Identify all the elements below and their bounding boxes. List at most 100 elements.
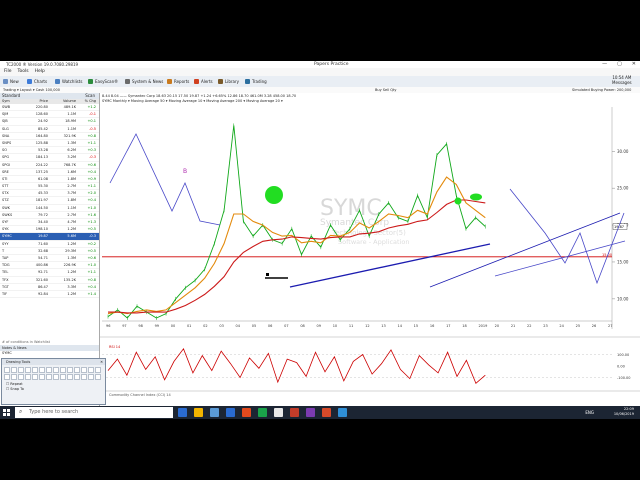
- watchlist-row[interactable]: SWKS 79.72 2.7M +1.6: [0, 212, 99, 219]
- taskbar-app-icon[interactable]: [258, 408, 267, 417]
- toolbar-label: Alerts: [201, 79, 213, 84]
- watchlist-row[interactable]: TGT 86.47 3.3M +0.4: [0, 284, 99, 291]
- row-volume: 1.2M: [67, 270, 76, 275]
- drawing-tool-icon[interactable]: [88, 374, 94, 380]
- drawing-tool-icon[interactable]: [39, 374, 45, 380]
- watchlist-row[interactable]: SLG 85.42 1.1M -0.5: [0, 126, 99, 133]
- drawing-tool-icon[interactable]: [74, 367, 80, 373]
- snap-checkbox[interactable]: ☐ Snap To: [2, 387, 105, 392]
- watchlist-row[interactable]: TIF 92.84 1.2M +1.4: [0, 291, 99, 299]
- drawing-tool-icon[interactable]: [67, 374, 73, 380]
- taskbar-search-box[interactable]: ⌕ Type here to search: [15, 407, 173, 418]
- menu-tools[interactable]: Tools: [18, 68, 29, 76]
- toolbar-reports-button[interactable]: Reports: [167, 78, 189, 85]
- watchlist-rows: SWB 220.80 489.1K +1.2 SJM 128.60 1.1M -0.1 SJB 2…: [0, 104, 99, 299]
- watchlist-row[interactable]: TFX 321.60 135.2K +0.8: [0, 277, 99, 284]
- drawing-tool-icon[interactable]: [32, 374, 38, 380]
- rsi-title[interactable]: RSI 14: [109, 345, 120, 349]
- watchlist-row[interactable]: SWK 144.50 1.1M +1.0: [0, 205, 99, 212]
- row-volume: 135.2K: [63, 277, 76, 282]
- close-button[interactable]: ✕: [632, 61, 636, 68]
- taskbar-app-icon[interactable]: [322, 408, 331, 417]
- watchlist-row[interactable]: TAP 54.71 1.3M +0.6: [0, 255, 99, 263]
- toolbar-charts-button[interactable]: Charts: [27, 78, 47, 85]
- watchlist-row[interactable]: SYF 34.40 4.7M +1.3: [0, 219, 99, 227]
- watchlist-row[interactable]: SWB 220.80 489.1K +1.2: [0, 104, 99, 112]
- toolbar-library-button[interactable]: Library: [218, 78, 239, 85]
- drawing-tool-icon[interactable]: [67, 367, 73, 373]
- watchlist-row[interactable]: SRE 137.25 1.6M +0.4: [0, 169, 99, 176]
- watchlist-row[interactable]: SPG 184.13 3.2M -0.3: [0, 154, 99, 162]
- windows-start-icon[interactable]: [3, 409, 10, 416]
- taskbar-app-icon[interactable]: [242, 408, 251, 417]
- drawing-tool-icon[interactable]: [53, 367, 59, 373]
- drawing-tool-buttons: [2, 365, 105, 382]
- taskbar-app-icon[interactable]: [210, 408, 219, 417]
- drawing-tool-icon[interactable]: [95, 374, 101, 380]
- drawing-tool-icon[interactable]: [81, 367, 87, 373]
- toolbar-new-button[interactable]: New: [3, 78, 19, 85]
- drawing-tool-icon[interactable]: [4, 374, 10, 380]
- drawing-tool-icon[interactable]: [39, 367, 45, 373]
- drawing-tool-icon[interactable]: [81, 374, 87, 380]
- watchlist-row[interactable]: SYY 71.60 1.2M +0.2: [0, 241, 99, 248]
- watchlist-row[interactable]: SYK 198.10 1.2M +0.5: [0, 226, 99, 234]
- taskbar-app-icon[interactable]: [194, 408, 203, 417]
- watchlist-row[interactable]: STI 61.08 1.8M +0.9: [0, 176, 99, 184]
- toolbar-watchlists-button[interactable]: Watchlists: [55, 78, 82, 85]
- drawing-tool-icon[interactable]: [25, 374, 31, 380]
- watchlist-row[interactable]: TEL 92.71 1.2M +1.1: [0, 269, 99, 277]
- clock[interactable]: 22:09 10/06/2019: [614, 407, 634, 417]
- watchlist-row[interactable]: T 32.68 29.3M +0.5: [0, 248, 99, 255]
- watchlist-row[interactable]: SYMC 19.87 5.6M -0.3: [0, 233, 99, 241]
- taskbar-app-icon[interactable]: [226, 408, 235, 417]
- drawing-tool-icon[interactable]: [88, 367, 94, 373]
- drawing-tool-icon[interactable]: [46, 374, 52, 380]
- minimize-button[interactable]: —: [602, 61, 607, 68]
- chart-area[interactable]: 8.44 8.04 —— Symantec Corp 18.63 20.15 1…: [100, 93, 640, 406]
- toolbar-alerts-button[interactable]: Alerts: [194, 78, 213, 85]
- drawing-tool-icon[interactable]: [60, 374, 66, 380]
- row-symbol: SYMC: [2, 234, 12, 239]
- watchlist-row[interactable]: SPGI 224.22 768.7K +0.6: [0, 162, 99, 169]
- close-icon[interactable]: ✕: [100, 359, 103, 365]
- toolbar-trading-button[interactable]: Trading: [245, 78, 267, 85]
- maximize-button[interactable]: ▢: [617, 61, 622, 68]
- taskbar-app-icon[interactable]: [274, 408, 283, 417]
- taskbar-app-icon[interactable]: [306, 408, 315, 417]
- drawing-tool-icon[interactable]: [60, 367, 66, 373]
- toolbar-news-button[interactable]: System & News: [125, 78, 163, 85]
- drawing-tool-icon[interactable]: [4, 367, 10, 373]
- drawing-tool-icon[interactable]: [32, 367, 38, 373]
- cci-title[interactable]: Commodity Channel Index (CCI) 14: [109, 393, 171, 397]
- drawing-tool-icon[interactable]: [95, 367, 101, 373]
- watchlist-row[interactable]: SNA 164.80 321.9K +0.8: [0, 133, 99, 140]
- drawing-tool-icon[interactable]: [11, 367, 17, 373]
- taskbar-app-icon[interactable]: [290, 408, 299, 417]
- price-chart[interactable]: 10.0015.0020.0025.0030.00969798990001020…: [100, 93, 640, 406]
- drawing-tool-icon[interactable]: [25, 367, 31, 373]
- toolbar-easyscan-button[interactable]: EasyScan®: [88, 78, 118, 85]
- menu-file[interactable]: File: [4, 68, 12, 76]
- drawing-tool-icon[interactable]: [74, 374, 80, 380]
- drawing-tool-icon[interactable]: [11, 374, 17, 380]
- watchlist-row[interactable]: STZ 181.97 1.8M +0.4: [0, 197, 99, 205]
- watchlist-row[interactable]: TDG 400.86 226.9K +1.0: [0, 262, 99, 270]
- menu-help[interactable]: Help: [35, 68, 45, 76]
- drawing-tool-icon[interactable]: [18, 374, 24, 380]
- watchlist-row[interactable]: SNPS 125.88 1.3M +1.1: [0, 140, 99, 148]
- taskbar-app-icon[interactable]: [178, 408, 187, 417]
- watchlist-row[interactable]: SJM 128.60 1.1M -0.1: [0, 111, 99, 119]
- row-volume: 768.7K: [63, 162, 76, 167]
- drawing-tool-icon[interactable]: [46, 367, 52, 373]
- watchlist-row[interactable]: SJB 24.92 18.9M +0.1: [0, 118, 99, 126]
- watchlist-row[interactable]: STX 45.33 3.7M +2.0: [0, 190, 99, 198]
- messages-button[interactable]: 10:54 AM Messages: [612, 75, 632, 85]
- drawing-tool-icon[interactable]: [18, 367, 24, 373]
- watchlist-row[interactable]: STT 55.30 2.7M +1.1: [0, 183, 99, 191]
- watchlist-row[interactable]: SO 53.28 6.2M +0.3: [0, 147, 99, 155]
- taskbar-app-icon[interactable]: [338, 408, 347, 417]
- drawing-tools-titlebar[interactable]: Drawing Tools ✕: [2, 359, 105, 365]
- drawing-tool-icon[interactable]: [53, 374, 59, 380]
- language-indicator[interactable]: ENG: [585, 410, 594, 415]
